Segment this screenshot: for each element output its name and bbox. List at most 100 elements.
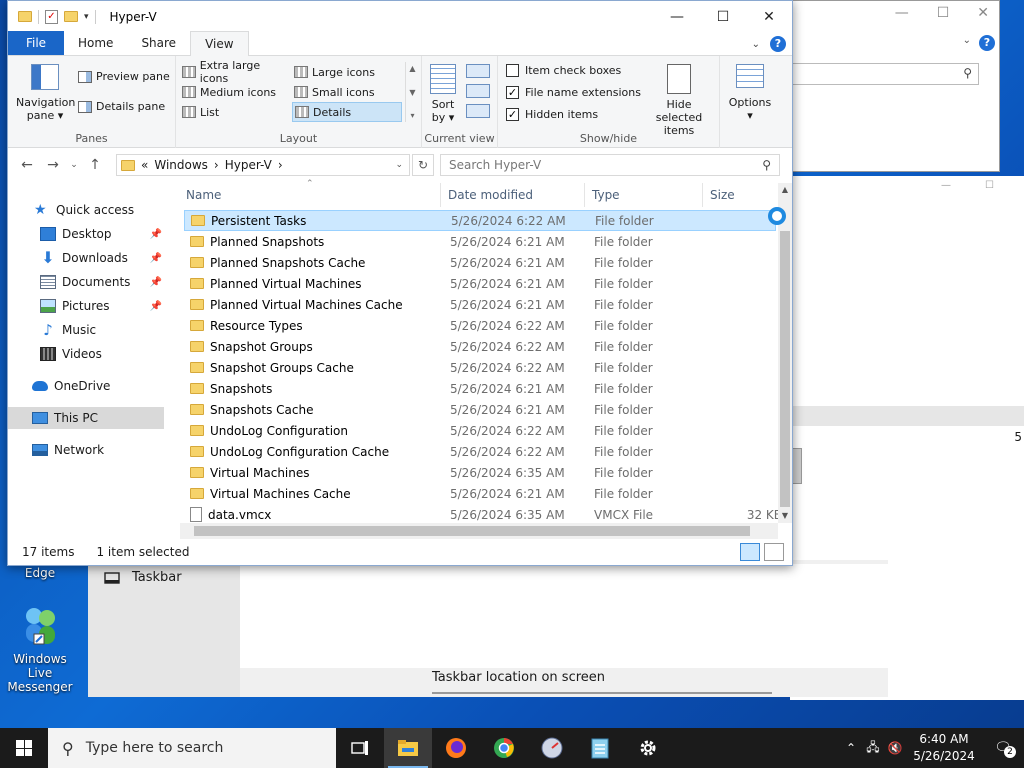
chrome-icon[interactable] bbox=[480, 728, 528, 768]
breadcrumb-item[interactable]: Windows bbox=[154, 158, 208, 172]
collapse-ribbon-icon[interactable]: ⌄ bbox=[752, 39, 760, 50]
tab-share[interactable]: Share bbox=[127, 31, 190, 55]
file-name-extensions-toggle[interactable]: ✓ File name extensions bbox=[506, 86, 641, 99]
nav-item-videos[interactable]: Videos bbox=[8, 343, 164, 365]
table-row[interactable]: Snapshot Groups 5/26/2024 6:22 AM File fol… bbox=[184, 336, 776, 357]
checkbox[interactable] bbox=[506, 64, 519, 77]
nav-item-this-pc[interactable]: This PC bbox=[8, 407, 164, 429]
column-divider[interactable] bbox=[440, 183, 441, 207]
tab-view[interactable]: View bbox=[190, 31, 249, 56]
refresh-button[interactable]: ↻ bbox=[412, 154, 434, 176]
pin-icon[interactable]: 📌 bbox=[150, 301, 162, 312]
chevron-down-icon[interactable]: ⌄ bbox=[395, 160, 403, 170]
firefox-icon[interactable] bbox=[432, 728, 480, 768]
nav-item-onedrive[interactable]: OneDrive bbox=[8, 375, 164, 397]
table-row[interactable]: Virtual Machines Cache 5/26/2024 6:21 AM F… bbox=[184, 483, 776, 504]
properties-icon[interactable]: ✓ bbox=[45, 9, 58, 24]
breadcrumb-item[interactable]: Hyper-V bbox=[225, 158, 272, 172]
column-header-type[interactable]: Type bbox=[592, 188, 620, 202]
table-row[interactable]: Snapshots 5/26/2024 6:21 AM File folder bbox=[184, 378, 776, 399]
chevron-up-icon[interactable]: ▲ bbox=[409, 64, 415, 73]
breadcrumb-overflow[interactable]: « bbox=[141, 158, 148, 172]
tab-home[interactable]: Home bbox=[64, 31, 127, 55]
table-row[interactable]: Planned Snapshots Cache 5/26/2024 6:21 AM… bbox=[184, 252, 776, 273]
search-input[interactable]: Search Hyper-V ⚲ bbox=[440, 154, 780, 176]
scroll-down-icon[interactable]: ▼ bbox=[778, 511, 792, 520]
pin-icon[interactable]: 📌 bbox=[150, 253, 162, 264]
column-header-name[interactable]: Name bbox=[186, 188, 221, 202]
table-row[interactable]: Snapshot Groups Cache 5/26/2024 6:22 AM Fi… bbox=[184, 357, 776, 378]
background-window[interactable]: — ☐ ✕ ⌄ ? ⚲ bbox=[787, 0, 1000, 172]
navigation-pane-button[interactable]: Navigation pane ▾ bbox=[16, 64, 75, 122]
chevron-right-icon[interactable]: › bbox=[278, 158, 283, 172]
table-row[interactable]: Planned Virtual Machines Cache 5/26/2024 … bbox=[184, 294, 776, 315]
layout-medium-icons[interactable]: Medium icons bbox=[180, 82, 290, 102]
sidebar-item-taskbar[interactable]: Taskbar bbox=[104, 570, 182, 585]
file-explorer-window[interactable]: ✓ ▾ Hyper-V — ☐ ✕ File Home Share View ⌄… bbox=[7, 0, 793, 566]
checkbox-checked[interactable]: ✓ bbox=[506, 108, 519, 121]
table-row[interactable]: data.vmcx 5/26/2024 6:35 AM VMCX File 32 KB bbox=[184, 504, 782, 525]
table-row[interactable]: Virtual Machines 5/26/2024 6:35 AM File fo… bbox=[184, 462, 776, 483]
address-bar[interactable]: « Windows › Hyper-V › ⌄ bbox=[116, 154, 410, 176]
vertical-scrollbar[interactable]: ▲ ▼ bbox=[778, 183, 792, 523]
item-check-boxes-toggle[interactable]: Item check boxes bbox=[506, 64, 621, 77]
column-header-date-modified[interactable]: Date modified bbox=[448, 188, 533, 202]
layout-small-icons[interactable]: Small icons bbox=[292, 82, 402, 102]
desktop-icon-windows-live-messenger[interactable]: Windows Live Messenger bbox=[0, 604, 80, 694]
minimize-button[interactable]: — bbox=[654, 1, 700, 32]
details-pane-button[interactable]: Details pane bbox=[78, 100, 165, 113]
maximize-button[interactable]: ☐ bbox=[700, 1, 746, 32]
layout-details[interactable]: Details bbox=[292, 102, 402, 122]
recent-locations-icon[interactable]: ⌄ bbox=[66, 160, 82, 170]
more-icon[interactable]: ▾ bbox=[410, 111, 414, 120]
chevron-down-icon[interactable]: ▼ bbox=[409, 88, 415, 97]
table-row[interactable]: Snapshots Cache 5/26/2024 6:21 AM File fol… bbox=[184, 399, 776, 420]
up-arrow-icon[interactable]: ↑ bbox=[82, 157, 108, 173]
hide-selected-items-button[interactable]: Hide selected items bbox=[644, 64, 714, 137]
sort-by-button[interactable]: Sort by ▾ bbox=[428, 64, 458, 124]
close-button[interactable]: ✕ bbox=[746, 1, 792, 32]
scrollbar-thumb[interactable] bbox=[194, 526, 750, 536]
network-status-icon[interactable]: 🖧 bbox=[862, 738, 884, 759]
desktop-icon-edge[interactable]: Edge bbox=[0, 566, 80, 580]
pin-icon[interactable]: 📌 bbox=[150, 229, 162, 240]
task-view-icon[interactable] bbox=[336, 728, 384, 768]
column-header-size[interactable]: Size bbox=[710, 188, 735, 202]
volume-muted-icon[interactable]: 🔇 bbox=[884, 741, 906, 755]
table-row[interactable]: Persistent Tasks 5/26/2024 6:22 AM File fo… bbox=[184, 210, 776, 231]
tab-file[interactable]: File bbox=[8, 31, 64, 55]
hidden-items-toggle[interactable]: ✓ Hidden items bbox=[506, 108, 598, 121]
search-box[interactable]: ⚲ bbox=[787, 63, 979, 85]
horizontal-scrollbar[interactable] bbox=[180, 523, 778, 539]
notepad-icon[interactable] bbox=[576, 728, 624, 768]
nav-item-network[interactable]: Network bbox=[8, 439, 164, 461]
nav-item-downloads[interactable]: ⬇ Downloads 📌 bbox=[8, 247, 164, 269]
options-button[interactable]: Options ▾ bbox=[724, 64, 776, 122]
scroll-up-icon[interactable]: ▲ bbox=[778, 185, 792, 194]
table-row[interactable]: Planned Virtual Machines 5/26/2024 6:21 A… bbox=[184, 273, 776, 294]
help-icon[interactable]: ? bbox=[770, 36, 786, 52]
nav-item-pictures[interactable]: Pictures 📌 bbox=[8, 295, 164, 317]
show-hidden-icons-icon[interactable]: ⌃ bbox=[840, 741, 862, 755]
layout-extra-large-icons[interactable]: Extra large icons bbox=[180, 59, 290, 85]
table-row[interactable]: Planned Snapshots 5/26/2024 6:21 AM File f… bbox=[184, 231, 776, 252]
dropdown-edge[interactable] bbox=[432, 692, 772, 694]
column-divider[interactable] bbox=[584, 183, 585, 207]
clock[interactable]: 6:40 AM 5/26/2024 bbox=[906, 731, 982, 765]
column-divider[interactable] bbox=[702, 183, 703, 207]
title-bar[interactable]: ✓ ▾ Hyper-V — ☐ ✕ bbox=[8, 1, 792, 32]
table-row[interactable]: UndoLog Configuration 5/26/2024 6:22 AM Fi… bbox=[184, 420, 776, 441]
pin-icon[interactable]: 📌 bbox=[150, 277, 162, 288]
size-columns-icon[interactable] bbox=[466, 104, 490, 118]
start-button[interactable] bbox=[0, 728, 48, 768]
forward-arrow-icon[interactable]: → bbox=[40, 157, 66, 173]
nav-item-desktop[interactable]: Desktop 📌 bbox=[8, 223, 164, 245]
layout-large-icons[interactable]: Large icons bbox=[292, 62, 402, 82]
chevron-right-icon[interactable]: › bbox=[214, 158, 219, 172]
customize-toolbar-icon[interactable]: ▾ bbox=[84, 12, 89, 22]
taskbar-search-box[interactable]: ⚲ Type here to search bbox=[48, 728, 336, 768]
table-row[interactable]: UndoLog Configuration Cache 5/26/2024 6:2… bbox=[184, 441, 776, 462]
back-arrow-icon[interactable]: ← bbox=[14, 157, 40, 173]
table-row[interactable]: Resource Types 5/26/2024 6:22 AM File fold… bbox=[184, 315, 776, 336]
layout-gallery-scroll[interactable]: ▲ ▼ ▾ bbox=[405, 62, 419, 122]
